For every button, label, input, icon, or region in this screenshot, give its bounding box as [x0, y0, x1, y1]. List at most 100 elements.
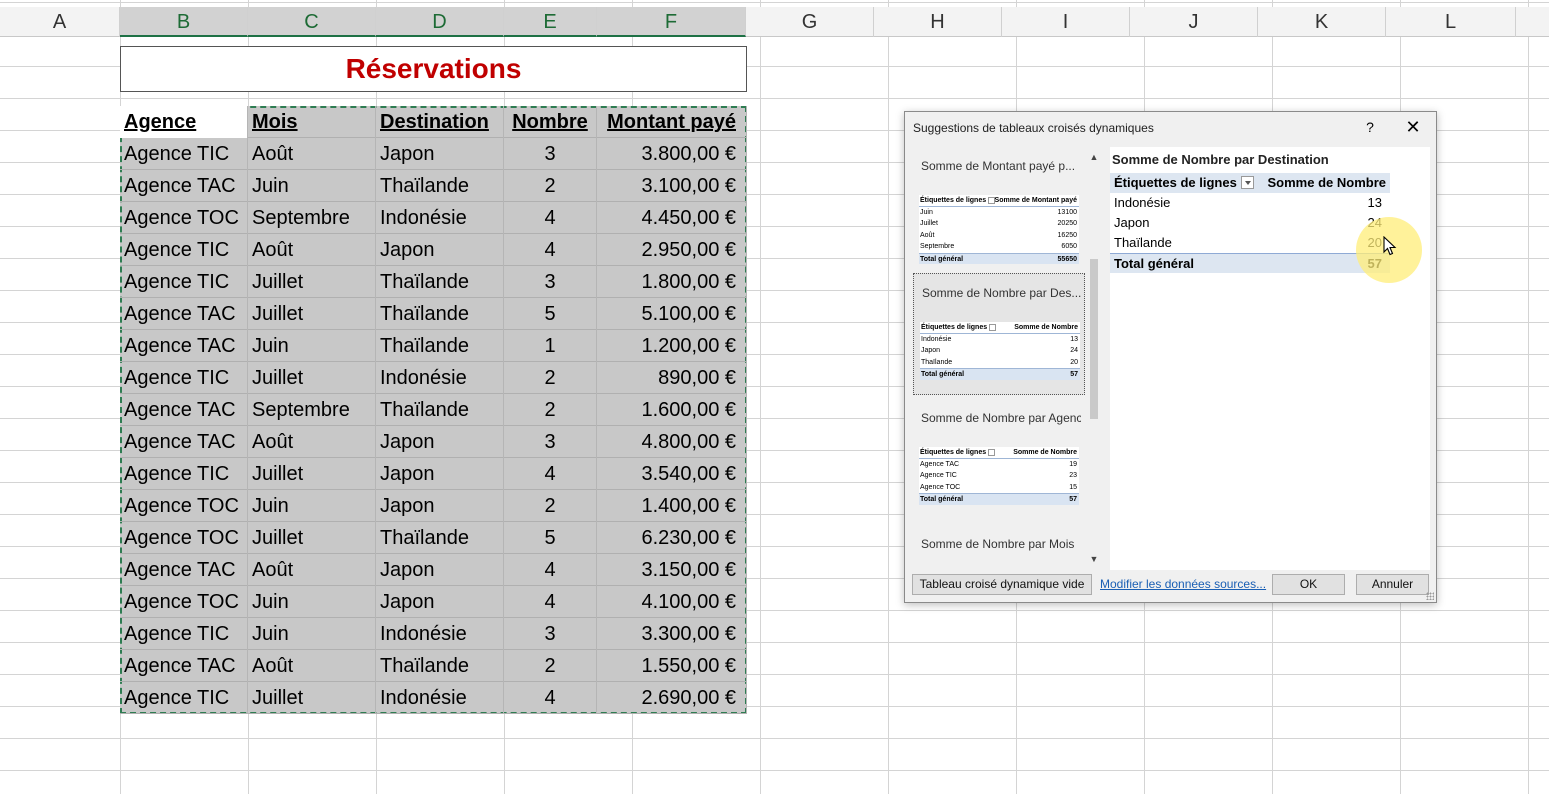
table-cell[interactable]: Juin — [248, 618, 376, 650]
table-cell[interactable]: 3.540,00 € — [597, 458, 747, 490]
table-cell[interactable]: Agence TIC — [120, 234, 248, 266]
table-cell[interactable]: Thaïlande — [376, 522, 504, 554]
suggestion-item[interactable]: Somme de Montant payé p... Étiquettes de … — [913, 147, 1085, 269]
table-cell[interactable]: Thaïlande — [376, 298, 504, 330]
table-cell[interactable]: Agence TIC — [120, 362, 248, 394]
suggestions-scrollbar[interactable]: ▲ ▼ — [1088, 149, 1100, 567]
table-cell[interactable]: Thaïlande — [376, 330, 504, 362]
table-cell[interactable]: 3 — [504, 138, 597, 170]
table-cell[interactable]: Indonésie — [376, 362, 504, 394]
table-cell[interactable]: Agence TOC — [120, 522, 248, 554]
table-cell[interactable]: Agence TAC — [120, 170, 248, 202]
table-cell[interactable]: Japon — [376, 234, 504, 266]
table-cell[interactable]: Juillet — [248, 458, 376, 490]
table-cell[interactable]: Agence TAC — [120, 298, 248, 330]
table-cell[interactable]: 4.800,00 € — [597, 426, 747, 458]
table-cell[interactable]: 2.690,00 € — [597, 682, 747, 714]
table-cell[interactable]: 1 — [504, 330, 597, 362]
resize-grip-icon[interactable] — [1426, 592, 1434, 600]
column-header-g[interactable]: G — [746, 7, 874, 37]
table-cell[interactable]: Août — [248, 234, 376, 266]
table-cell[interactable]: Août — [248, 554, 376, 586]
help-button[interactable]: ? — [1360, 116, 1380, 138]
table-cell[interactable]: 3 — [504, 618, 597, 650]
table-cell[interactable]: Août — [248, 650, 376, 682]
table-cell[interactable]: Agence TAC — [120, 426, 248, 458]
column-header-a[interactable]: A — [0, 7, 120, 37]
table-cell[interactable]: Agence TIC — [120, 618, 248, 650]
scroll-up-icon[interactable]: ▲ — [1088, 152, 1100, 162]
table-cell[interactable]: 890,00 € — [597, 362, 747, 394]
blank-pivot-button[interactable]: Tableau croisé dynamique vide — [912, 574, 1092, 595]
table-cell[interactable]: 4 — [504, 202, 597, 234]
table-cell[interactable]: Août — [248, 426, 376, 458]
column-header-k[interactable]: K — [1258, 7, 1386, 37]
table-cell[interactable]: Thaïlande — [376, 650, 504, 682]
ok-button[interactable]: OK — [1272, 574, 1345, 595]
column-header-d[interactable]: D — [376, 7, 504, 37]
table-cell[interactable]: Agence TOC — [120, 202, 248, 234]
table-cell[interactable]: 3 — [504, 266, 597, 298]
table-cell[interactable]: 1.600,00 € — [597, 394, 747, 426]
table-cell[interactable]: Agence TIC — [120, 458, 248, 490]
table-cell[interactable]: Septembre — [248, 394, 376, 426]
table-cell[interactable]: Juillet — [248, 266, 376, 298]
table-cell[interactable]: 2 — [504, 650, 597, 682]
table-cell[interactable]: Agence TIC — [120, 138, 248, 170]
column-title-4[interactable]: Montant payé — [597, 106, 747, 138]
table-cell[interactable]: Juin — [248, 170, 376, 202]
table-cell[interactable]: Septembre — [248, 202, 376, 234]
table-cell[interactable]: Juin — [248, 586, 376, 618]
table-cell[interactable]: Agence TAC — [120, 330, 248, 362]
column-header-l[interactable]: L — [1386, 7, 1516, 37]
table-cell[interactable]: 5.100,00 € — [597, 298, 747, 330]
data-table[interactable]: Agence Mois Destination Nombre Montant payé A… — [120, 106, 747, 714]
scroll-down-icon[interactable]: ▼ — [1088, 554, 1100, 564]
suggestion-item[interactable]: Somme de Nombre par Des... Étiquettes de … — [913, 273, 1085, 395]
table-cell[interactable]: 4 — [504, 586, 597, 618]
column-header-b[interactable]: B — [120, 7, 248, 37]
suggestion-item[interactable]: Somme de Nombre par Agence Étiquettes de … — [913, 399, 1085, 521]
table-cell[interactable]: 4.450,00 € — [597, 202, 747, 234]
table-cell[interactable]: 5 — [504, 298, 597, 330]
table-cell[interactable]: 1.800,00 € — [597, 266, 747, 298]
table-cell[interactable]: Japon — [376, 586, 504, 618]
close-button[interactable]: ✕ — [1401, 116, 1425, 138]
table-cell[interactable]: Japon — [376, 490, 504, 522]
table-cell[interactable]: 2 — [504, 170, 597, 202]
table-cell[interactable]: Indonésie — [376, 202, 504, 234]
table-cell[interactable]: Indonésie — [376, 682, 504, 714]
table-cell[interactable]: Thaïlande — [376, 170, 504, 202]
table-cell[interactable]: 4 — [504, 234, 597, 266]
cancel-button[interactable]: Annuler — [1356, 574, 1429, 595]
column-title-0[interactable]: Agence — [120, 106, 248, 138]
table-cell[interactable]: Agence TAC — [120, 650, 248, 682]
suggestion-item[interactable]: Somme de Nombre par Mois — [913, 525, 1085, 567]
suggestions-list[interactable]: Somme de Montant payé p... Étiquettes de … — [910, 147, 1085, 567]
table-cell[interactable]: 1.200,00 € — [597, 330, 747, 362]
table-cell[interactable]: Juillet — [248, 522, 376, 554]
column-header-i[interactable]: I — [1002, 7, 1130, 37]
column-title-2[interactable]: Destination — [376, 106, 504, 138]
column-title-1[interactable]: Mois — [248, 106, 376, 138]
table-cell[interactable]: Thaïlande — [376, 266, 504, 298]
table-cell[interactable]: 2 — [504, 490, 597, 522]
table-cell[interactable]: Japon — [376, 458, 504, 490]
table-cell[interactable]: Juin — [248, 330, 376, 362]
table-cell[interactable]: 3.800,00 € — [597, 138, 747, 170]
table-cell[interactable]: Agence TAC — [120, 554, 248, 586]
column-header-j[interactable]: J — [1130, 7, 1258, 37]
table-cell[interactable]: 4.100,00 € — [597, 586, 747, 618]
scroll-thumb[interactable] — [1090, 259, 1098, 419]
table-cell[interactable]: 6.230,00 € — [597, 522, 747, 554]
table-cell[interactable]: Indonésie — [376, 618, 504, 650]
table-cell[interactable]: 4 — [504, 554, 597, 586]
table-cell[interactable]: Agence TIC — [120, 266, 248, 298]
table-cell[interactable]: Juillet — [248, 298, 376, 330]
table-cell[interactable]: Août — [248, 138, 376, 170]
table-cell[interactable]: 4 — [504, 458, 597, 490]
table-cell[interactable]: 3.300,00 € — [597, 618, 747, 650]
table-cell[interactable]: 5 — [504, 522, 597, 554]
table-cell[interactable]: Juillet — [248, 682, 376, 714]
table-cell[interactable]: Japon — [376, 554, 504, 586]
